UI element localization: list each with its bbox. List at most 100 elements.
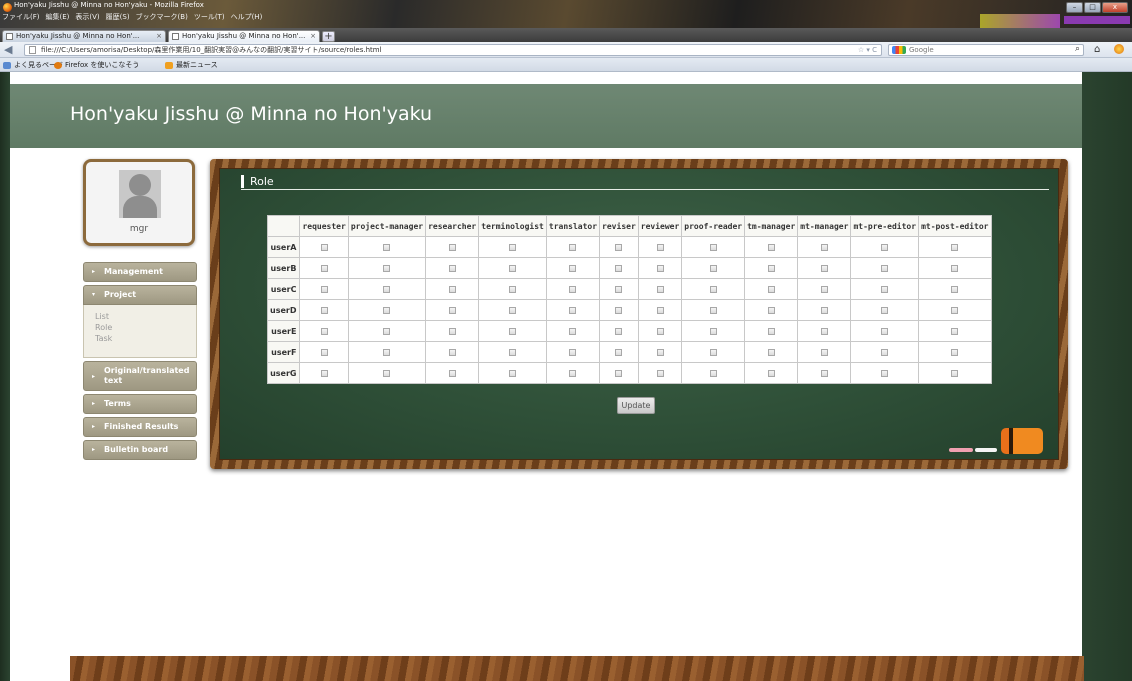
search-bar[interactable]: Google ⌕ <box>888 44 1084 56</box>
role-checkbox-userD-tm-manager[interactable] <box>767 306 775 314</box>
role-checkbox-userA-tm-manager[interactable] <box>767 243 775 251</box>
role-checkbox-userB-terminologist[interactable] <box>509 264 517 272</box>
role-checkbox-userF-requester[interactable] <box>320 348 328 356</box>
role-checkbox-userB-mt-manager[interactable] <box>820 264 828 272</box>
role-checkbox-userC-terminologist[interactable] <box>509 285 517 293</box>
role-checkbox-userF-mt-pre-editor[interactable] <box>881 348 889 356</box>
menu-view[interactable]: 表示(V) <box>75 12 99 22</box>
role-checkbox-userE-translator[interactable] <box>569 327 577 335</box>
role-checkbox-userB-mt-post-editor[interactable] <box>951 264 959 272</box>
role-checkbox-userC-researcher[interactable] <box>448 285 456 293</box>
tab-close-icon[interactable]: × <box>156 31 162 42</box>
sidebar-item-original-translated-text[interactable]: ▸ Original/translated text <box>83 361 197 391</box>
menu-file[interactable]: ファイル(F) <box>2 12 40 22</box>
role-checkbox-userA-requester[interactable] <box>320 243 328 251</box>
role-checkbox-userA-translator[interactable] <box>569 243 577 251</box>
submenu-item-task[interactable]: Task <box>95 333 196 344</box>
role-checkbox-userD-proof-reader[interactable] <box>709 306 717 314</box>
role-checkbox-userF-translator[interactable] <box>569 348 577 356</box>
role-checkbox-userD-mt-manager[interactable] <box>820 306 828 314</box>
tab-close-icon[interactable]: × <box>310 31 316 42</box>
role-checkbox-userE-researcher[interactable] <box>448 327 456 335</box>
role-checkbox-userA-reviser[interactable] <box>615 243 623 251</box>
role-checkbox-userF-researcher[interactable] <box>448 348 456 356</box>
role-checkbox-userG-terminologist[interactable] <box>509 369 517 377</box>
url-bar[interactable]: file:///C:/Users/amorisa/Desktop/森里作業用/1… <box>24 44 882 56</box>
role-checkbox-userF-reviser[interactable] <box>615 348 623 356</box>
new-tab-button[interactable]: + <box>322 31 335 42</box>
role-checkbox-userB-reviser[interactable] <box>615 264 623 272</box>
bookmark-getting-started[interactable]: Firefox を使いこなそう <box>54 59 139 71</box>
role-checkbox-userG-mt-pre-editor[interactable] <box>881 369 889 377</box>
sidebar-item-terms[interactable]: ▸ Terms <box>83 394 197 414</box>
role-checkbox-userC-mt-manager[interactable] <box>820 285 828 293</box>
role-checkbox-userF-reviewer[interactable] <box>656 348 664 356</box>
role-checkbox-userC-project-manager[interactable] <box>383 285 391 293</box>
role-checkbox-userB-mt-pre-editor[interactable] <box>881 264 889 272</box>
role-checkbox-userB-requester[interactable] <box>320 264 328 272</box>
role-checkbox-userC-reviewer[interactable] <box>656 285 664 293</box>
role-checkbox-userD-reviser[interactable] <box>615 306 623 314</box>
role-checkbox-userF-tm-manager[interactable] <box>767 348 775 356</box>
role-checkbox-userD-reviewer[interactable] <box>656 306 664 314</box>
role-checkbox-userC-translator[interactable] <box>569 285 577 293</box>
role-checkbox-userD-translator[interactable] <box>569 306 577 314</box>
reload-star-icons[interactable]: ☆ ▾ C <box>858 45 877 55</box>
role-checkbox-userF-mt-manager[interactable] <box>820 348 828 356</box>
role-checkbox-userG-project-manager[interactable] <box>383 369 391 377</box>
role-checkbox-userF-mt-post-editor[interactable] <box>951 348 959 356</box>
role-checkbox-userC-requester[interactable] <box>320 285 328 293</box>
submenu-item-role[interactable]: Role <box>95 322 196 333</box>
role-checkbox-userE-proof-reader[interactable] <box>709 327 717 335</box>
role-checkbox-userB-proof-reader[interactable] <box>709 264 717 272</box>
role-checkbox-userA-project-manager[interactable] <box>383 243 391 251</box>
role-checkbox-userD-mt-pre-editor[interactable] <box>881 306 889 314</box>
role-checkbox-userF-project-manager[interactable] <box>383 348 391 356</box>
role-checkbox-userA-researcher[interactable] <box>448 243 456 251</box>
role-checkbox-userD-mt-post-editor[interactable] <box>951 306 959 314</box>
role-checkbox-userG-tm-manager[interactable] <box>767 369 775 377</box>
role-checkbox-userB-researcher[interactable] <box>448 264 456 272</box>
browser-tab-2[interactable]: Hon'yaku Jisshu @ Minna no Hon'... × <box>168 30 320 42</box>
addon-icon[interactable] <box>1114 44 1124 54</box>
role-checkbox-userC-reviser[interactable] <box>615 285 623 293</box>
close-window-button[interactable]: x <box>1102 2 1128 13</box>
role-checkbox-userG-reviewer[interactable] <box>656 369 664 377</box>
role-checkbox-userG-proof-reader[interactable] <box>709 369 717 377</box>
role-checkbox-userB-project-manager[interactable] <box>383 264 391 272</box>
sidebar-item-management[interactable]: ▸ Management <box>83 262 197 282</box>
role-checkbox-userE-reviser[interactable] <box>615 327 623 335</box>
role-checkbox-userA-terminologist[interactable] <box>509 243 517 251</box>
search-icon[interactable]: ⌕ <box>1075 44 1080 54</box>
role-checkbox-userD-terminologist[interactable] <box>509 306 517 314</box>
submenu-item-list[interactable]: List <box>95 311 196 322</box>
role-checkbox-userE-project-manager[interactable] <box>383 327 391 335</box>
sidebar-item-finished-results[interactable]: ▸ Finished Results <box>83 417 197 437</box>
role-checkbox-userE-tm-manager[interactable] <box>767 327 775 335</box>
role-checkbox-userD-requester[interactable] <box>320 306 328 314</box>
role-checkbox-userA-mt-manager[interactable] <box>820 243 828 251</box>
role-checkbox-userA-mt-post-editor[interactable] <box>951 243 959 251</box>
menu-help[interactable]: ヘルプ(H) <box>231 12 263 22</box>
role-checkbox-userF-proof-reader[interactable] <box>709 348 717 356</box>
role-checkbox-userD-project-manager[interactable] <box>383 306 391 314</box>
google-icon[interactable] <box>892 46 906 54</box>
role-checkbox-userB-translator[interactable] <box>569 264 577 272</box>
role-checkbox-userE-mt-post-editor[interactable] <box>951 327 959 335</box>
menu-history[interactable]: 履歴(S) <box>106 12 130 22</box>
role-checkbox-userC-mt-pre-editor[interactable] <box>881 285 889 293</box>
role-checkbox-userA-proof-reader[interactable] <box>709 243 717 251</box>
menu-edit[interactable]: 編集(E) <box>46 12 70 22</box>
maximize-button[interactable]: □ <box>1084 2 1101 13</box>
role-checkbox-userC-proof-reader[interactable] <box>709 285 717 293</box>
role-checkbox-userG-mt-post-editor[interactable] <box>951 369 959 377</box>
role-checkbox-userA-reviewer[interactable] <box>656 243 664 251</box>
role-checkbox-userE-mt-pre-editor[interactable] <box>881 327 889 335</box>
menu-tools[interactable]: ツール(T) <box>194 12 225 22</box>
update-button[interactable]: Update <box>617 397 655 414</box>
bookmark-latest-news[interactable]: 最新ニュース <box>165 59 218 71</box>
role-checkbox-userB-tm-manager[interactable] <box>767 264 775 272</box>
browser-tab-1[interactable]: Hon'yaku Jisshu @ Minna no Hon'... × <box>2 30 166 42</box>
menu-bookmarks[interactable]: ブックマーク(B) <box>136 12 188 22</box>
role-checkbox-userF-terminologist[interactable] <box>509 348 517 356</box>
